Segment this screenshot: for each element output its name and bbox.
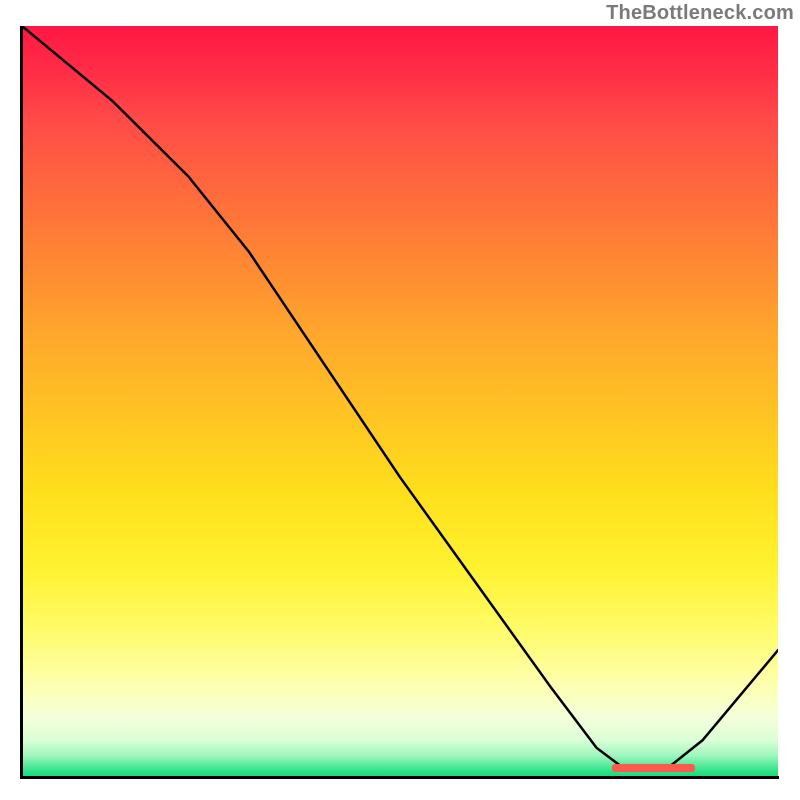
optimum-marker: OPTIMUM <box>612 764 695 772</box>
bottleneck-chart: TheBottleneck.com OPTIMUM <box>0 0 800 800</box>
plot-area: OPTIMUM <box>22 26 778 778</box>
y-axis-line <box>20 26 23 778</box>
attribution-text: TheBottleneck.com <box>606 2 794 25</box>
heat-gradient-bg <box>22 26 778 778</box>
x-axis-line <box>20 776 779 779</box>
